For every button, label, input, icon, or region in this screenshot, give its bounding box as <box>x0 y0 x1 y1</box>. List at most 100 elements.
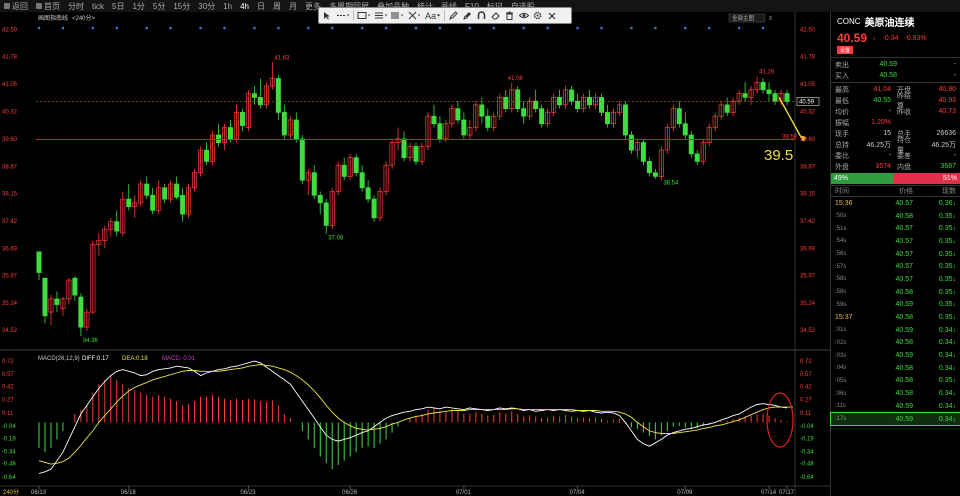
event-marker-dot[interactable] <box>707 26 711 30</box>
trash-icon[interactable] <box>503 9 516 22</box>
candle-body <box>742 93 748 98</box>
nav-item-12[interactable]: 周 <box>269 1 285 12</box>
price-change: -0.34 <box>882 34 899 42</box>
tick-row[interactable]: :58s 40.58 0.35↓ <box>831 286 960 299</box>
cross-icon[interactable] <box>407 9 423 22</box>
text-tool-icon[interactable] <box>373 9 389 22</box>
nav-item-9[interactable]: 1h <box>219 2 236 11</box>
nav-item-10[interactable]: 4h <box>236 2 253 11</box>
event-marker-dot[interactable] <box>199 26 202 30</box>
event-marker-dot[interactable] <box>223 26 226 30</box>
tick-row[interactable]: :17s 40.59 0.34↓ <box>830 411 960 427</box>
event-marker-dot[interactable] <box>253 26 256 30</box>
tick-time: 15:36 <box>835 199 853 207</box>
tick-row[interactable]: :01s 40.59 0.34↓ <box>831 324 960 337</box>
price-tick-left: 38.87 <box>2 164 18 170</box>
event-marker-dot[interactable] <box>468 26 472 30</box>
close-icon[interactable] <box>545 9 558 22</box>
candle-body <box>317 194 323 204</box>
event-marker-dot[interactable] <box>145 26 149 30</box>
event-marker-dot[interactable] <box>600 26 603 30</box>
event-marker-dot[interactable] <box>546 26 549 30</box>
eye-icon[interactable] <box>517 9 530 22</box>
event-marker-dot[interactable] <box>737 26 741 30</box>
event-marker-dot[interactable] <box>761 26 765 30</box>
tick-row[interactable]: :59s 40.59 0.35↓ <box>831 299 960 312</box>
candle-body <box>784 93 790 102</box>
tick-row[interactable]: 15:37 40.58 0.35↓ <box>831 311 960 324</box>
tick-row[interactable]: :11s 40.59 0.34↓ <box>831 400 960 413</box>
tick-row[interactable]: :58s 40.57 0.35↓ <box>831 273 960 286</box>
event-marker-dot[interactable] <box>683 26 687 30</box>
nav-item-8[interactable]: 30分 <box>194 1 219 12</box>
ticks-list[interactable]: 15:36 40.57 0.36↓:50s 40.58 0.35↓:51s 40.57 0.… <box>830 197 960 427</box>
nav-item-6[interactable]: 5分 <box>149 1 169 12</box>
event-marker-dot[interactable] <box>414 26 418 30</box>
tick-time: :56s <box>835 251 847 258</box>
instrument-name: 美原油连续 <box>864 17 915 29</box>
tick-row[interactable]: :51s 40.57 0.35↓ <box>831 222 960 235</box>
event-marker-dot[interactable] <box>522 26 526 30</box>
event-marker-dot[interactable] <box>630 26 633 30</box>
magnet-icon[interactable] <box>475 9 488 22</box>
event-marker-dot[interactable] <box>384 26 388 30</box>
event-marker-dot[interactable] <box>61 26 65 30</box>
tick-row[interactable]: :06s 40.58 0.34↓ <box>831 387 960 400</box>
down-arrow-icon: ↓ <box>952 237 957 245</box>
nav-item-11[interactable]: 日 <box>253 1 269 12</box>
tick-volume-value: 0.34 <box>938 326 953 334</box>
tick-time: :54s <box>835 238 847 245</box>
pointer-icon[interactable] <box>321 9 334 22</box>
last-price: 40.59 <box>837 31 868 45</box>
tick-row[interactable]: :57s 40.57 0.35↓ <box>831 260 960 273</box>
event-marker-dot[interactable] <box>91 26 95 30</box>
event-marker-dot[interactable] <box>576 26 579 30</box>
nav-item-4[interactable]: 5日 <box>108 1 128 12</box>
nav-item-0[interactable]: 返回 <box>0 1 32 12</box>
tick-row[interactable]: 15:36 40.57 0.36↓ <box>831 197 960 210</box>
stat-value: 46.25万 <box>866 141 891 149</box>
font-tool-button[interactable]: Aa <box>424 9 442 22</box>
nav-item-3[interactable]: tick <box>88 2 108 11</box>
event-marker-dot[interactable] <box>169 26 172 30</box>
nav-item-2[interactable]: 分时 <box>64 1 88 12</box>
event-marker-dot[interactable] <box>438 26 442 30</box>
event-marker-dot[interactable] <box>330 26 334 30</box>
candle-body <box>652 172 658 177</box>
chart-area[interactable]: 画图指南线 <240分> 全部主图 ⇕ MACD(26,12,9) DIFF:0.… <box>0 12 830 496</box>
brush-icon[interactable] <box>461 9 474 22</box>
tick-row[interactable]: :02s 40.58 0.34↓ <box>831 337 960 350</box>
line-style-icon[interactable] <box>335 9 351 22</box>
tick-time: :02s <box>835 339 847 346</box>
event-marker-dot[interactable] <box>115 26 119 30</box>
tick-row[interactable]: :56s 40.57 0.35↓ <box>831 248 960 261</box>
bid-price: 40.58 <box>879 72 897 79</box>
tick-row[interactable]: :05s 40.58 0.35↓ <box>831 375 960 388</box>
macd-dea-line <box>38 364 793 465</box>
nav-item-1[interactable]: 首页 <box>32 1 64 12</box>
tick-volume: 0.34↓ <box>913 365 956 372</box>
tick-row[interactable]: :54s 40.57 0.35↓ <box>831 235 960 248</box>
down-arrow-icon: ↓ <box>952 250 957 258</box>
flag-badge[interactable]: 设置 <box>837 46 854 54</box>
event-marker-dot[interactable] <box>360 26 364 30</box>
tick-row[interactable]: :04s 40.58 0.34↓ <box>831 362 960 375</box>
pencil-icon[interactable] <box>447 9 460 22</box>
event-marker-dot[interactable] <box>654 26 657 30</box>
tick-row[interactable]: :03s 40.59 0.34↓ <box>831 349 960 362</box>
tick-volume: 0.34↓ <box>913 403 956 410</box>
settings-icon[interactable] <box>531 9 544 22</box>
tick-row[interactable]: :50s 40.58 0.35↓ <box>831 210 960 223</box>
event-marker-dot[interactable] <box>277 26 280 30</box>
event-marker-dot[interactable] <box>492 26 496 30</box>
nav-item-5[interactable]: 1分 <box>128 1 148 12</box>
fibonacci-icon[interactable] <box>390 9 406 22</box>
nav-item-13[interactable]: 月 <box>285 1 301 12</box>
nav-item-7[interactable]: 15分 <box>169 1 194 12</box>
event-marker-dot[interactable] <box>37 26 41 30</box>
event-marker-dot[interactable] <box>306 26 310 30</box>
eraser-icon[interactable] <box>489 9 502 22</box>
candle-body <box>503 96 509 110</box>
rectangle-tool-icon[interactable] <box>356 9 372 22</box>
candle-body <box>766 89 772 94</box>
